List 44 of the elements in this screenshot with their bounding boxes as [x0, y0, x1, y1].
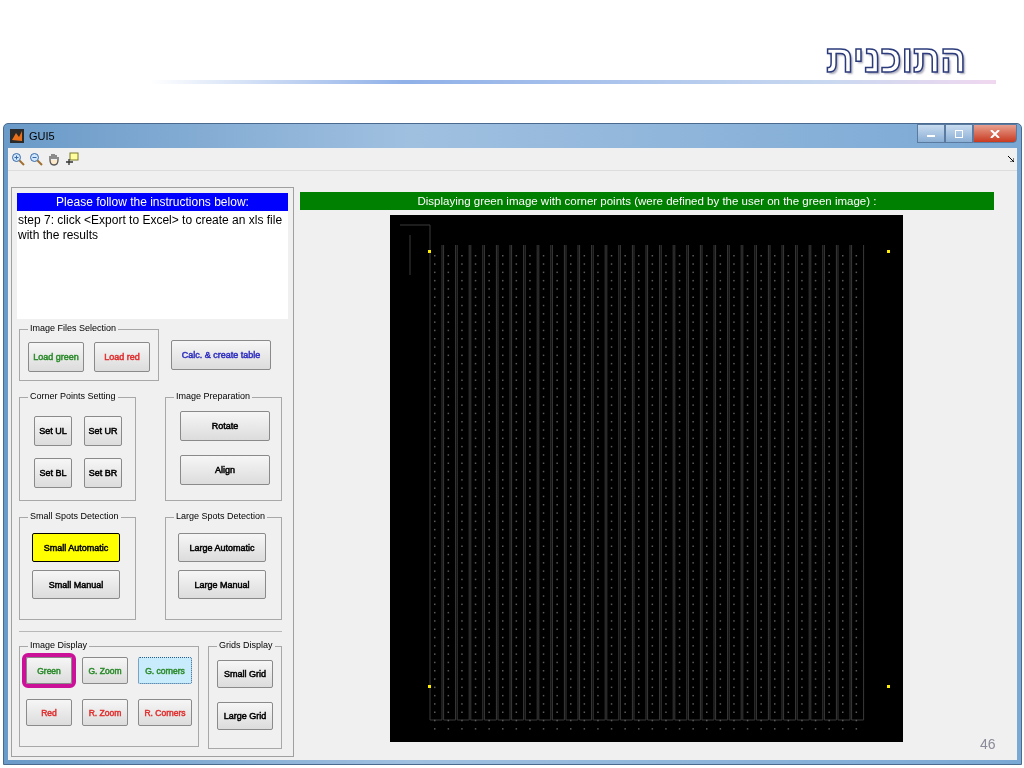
- slide-title: התוכנית: [826, 40, 966, 80]
- window-title: GUI5: [29, 130, 55, 142]
- zoom-out-icon[interactable]: [29, 152, 43, 166]
- slide-number: 46: [980, 736, 996, 752]
- action-button[interactable]: Load red: [94, 342, 150, 372]
- group-title: Corner Points Setting: [28, 391, 118, 401]
- minimize-button[interactable]: [917, 124, 945, 143]
- close-icon: [990, 129, 1000, 138]
- group-title: Image Files Selection: [28, 323, 119, 333]
- action-button[interactable]: Calc. & create table: [171, 340, 271, 370]
- dock-arrow-icon[interactable]: [1008, 156, 1014, 162]
- action-button[interactable]: R. Corners: [138, 699, 192, 726]
- maximize-icon: [954, 129, 964, 138]
- action-button[interactable]: Set UR: [84, 416, 122, 446]
- group-title: Grids Display: [217, 640, 275, 650]
- action-button[interactable]: G. corners: [138, 657, 192, 684]
- group-title: Image Preparation: [174, 391, 253, 401]
- action-button[interactable]: Small Manual: [32, 570, 120, 599]
- group-title: Small Spots Detection: [28, 511, 121, 521]
- action-button[interactable]: Large Automatic: [178, 533, 266, 562]
- action-button[interactable]: Red: [26, 699, 72, 726]
- close-button[interactable]: [973, 124, 1017, 143]
- instructions-header: Please follow the instructions below:: [17, 193, 288, 211]
- action-button[interactable]: Load green: [28, 342, 84, 372]
- group-title: Large Spots Detection: [174, 511, 268, 521]
- hand-icon[interactable]: [47, 152, 61, 166]
- action-button[interactable]: Rotate: [180, 411, 270, 441]
- action-button[interactable]: Set UL: [34, 416, 72, 446]
- action-button[interactable]: Large Manual: [178, 570, 266, 599]
- display-header: Displaying green image with corner points (were defined by the user on the green image) :: [300, 192, 994, 210]
- action-button[interactable]: Large Grid: [217, 702, 273, 730]
- action-button[interactable]: G. Zoom: [82, 657, 128, 684]
- action-button[interactable]: Set BR: [84, 458, 122, 488]
- action-button[interactable]: Align: [180, 455, 270, 485]
- app-icon: [10, 129, 24, 143]
- action-button[interactable]: Small Grid: [217, 660, 273, 688]
- data-cursor-icon[interactable]: [65, 152, 79, 166]
- action-button[interactable]: R. Zoom: [82, 699, 128, 726]
- action-button[interactable]: Set BL: [34, 458, 72, 488]
- instructions-text: step 7: click <Export to Excel> to create an xls file with the results: [17, 211, 288, 319]
- action-button[interactable]: Small Automatic: [32, 533, 120, 562]
- zoom-in-icon[interactable]: [11, 152, 25, 166]
- group-title: Image Display: [28, 640, 90, 650]
- maximize-button[interactable]: [945, 124, 973, 143]
